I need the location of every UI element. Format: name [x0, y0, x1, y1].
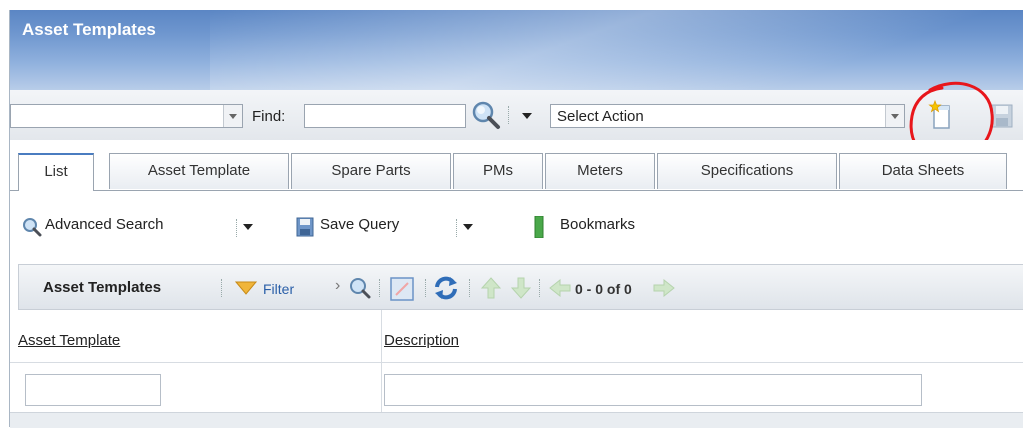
filter-icon[interactable]: [235, 281, 257, 295]
grid-footer: [10, 412, 1023, 428]
find-label: Find:: [252, 108, 286, 125]
paging-info: 0 - 0 of 0: [575, 281, 632, 297]
toolbar-separator: [456, 219, 459, 237]
save-icon[interactable]: [296, 217, 314, 237]
app-frame: Asset Templates Find: Select Action List…: [9, 10, 1023, 428]
tab-bar: List Asset Template Spare Parts PMs Mete…: [10, 140, 1023, 191]
find-input[interactable]: [304, 104, 466, 128]
tab-list[interactable]: List: [18, 153, 94, 191]
column-divider: [381, 310, 382, 420]
advanced-search-menu-icon[interactable]: [243, 224, 253, 230]
column-header-label[interactable]: Asset Template: [18, 332, 120, 349]
tab-specifications[interactable]: Specifications: [657, 153, 837, 189]
bookmark-icon: [534, 216, 544, 238]
select-action-value: Select Action: [557, 108, 644, 125]
page-title: Asset Templates: [22, 20, 156, 39]
toolbar-separator: [379, 279, 382, 297]
column-header-description[interactable]: Description: [382, 310, 1023, 363]
toolbar-separator: [508, 106, 511, 124]
action-menu-arrow-icon[interactable]: [522, 113, 532, 119]
title-banner: Asset Templates: [10, 10, 1023, 90]
search-icon[interactable]: [349, 277, 371, 299]
list-toolbar: Advanced Search Save Query Bookmarks: [10, 191, 1023, 259]
chevron-right-icon[interactable]: ›: [335, 277, 340, 295]
tab-meters[interactable]: Meters: [545, 153, 655, 189]
bookmarks-link[interactable]: Bookmarks: [560, 216, 635, 233]
left-margin: [0, 0, 9, 427]
arrow-left-icon[interactable]: [549, 279, 571, 297]
filter-input-description[interactable]: [384, 374, 922, 406]
toolbar-separator: [539, 279, 542, 297]
arrow-down-icon[interactable]: [511, 277, 531, 299]
toolbar-separator: [425, 279, 428, 297]
column-header-label[interactable]: Description: [384, 332, 459, 349]
tab-pms[interactable]: PMs: [453, 153, 543, 189]
tab-spare-parts[interactable]: Spare Parts: [291, 153, 451, 189]
main-toolbar: Find: Select Action: [10, 81, 1023, 164]
clear-filter-icon[interactable]: [389, 276, 415, 302]
filter-button[interactable]: Filter: [263, 281, 294, 297]
save-query-button[interactable]: Save Query: [320, 216, 399, 233]
search-icon[interactable]: [22, 217, 42, 237]
search-icon[interactable]: [471, 100, 501, 130]
advanced-search-button[interactable]: Advanced Search: [45, 216, 163, 233]
tab-data-sheets[interactable]: Data Sheets: [839, 153, 1007, 189]
view-select[interactable]: [10, 104, 243, 128]
refresh-icon[interactable]: [433, 275, 459, 301]
toolbar-separator: [221, 279, 224, 297]
toolbar-separator: [236, 219, 239, 237]
select-action-dropdown[interactable]: Select Action: [550, 104, 905, 128]
grid-header-bar: Asset Templates Filter › 0 - 0 of 0: [18, 264, 1023, 310]
arrow-right-icon[interactable]: [653, 279, 675, 297]
column-header-asset-template[interactable]: Asset Template: [10, 310, 381, 363]
save-query-menu-icon[interactable]: [463, 224, 473, 230]
grid-title: Asset Templates: [43, 279, 162, 296]
tab-asset-template[interactable]: Asset Template: [109, 153, 289, 189]
arrow-up-icon[interactable]: [481, 277, 501, 299]
toolbar-separator: [469, 279, 472, 297]
filter-input-asset-template[interactable]: [25, 374, 161, 406]
chevron-down-icon[interactable]: [223, 105, 242, 127]
